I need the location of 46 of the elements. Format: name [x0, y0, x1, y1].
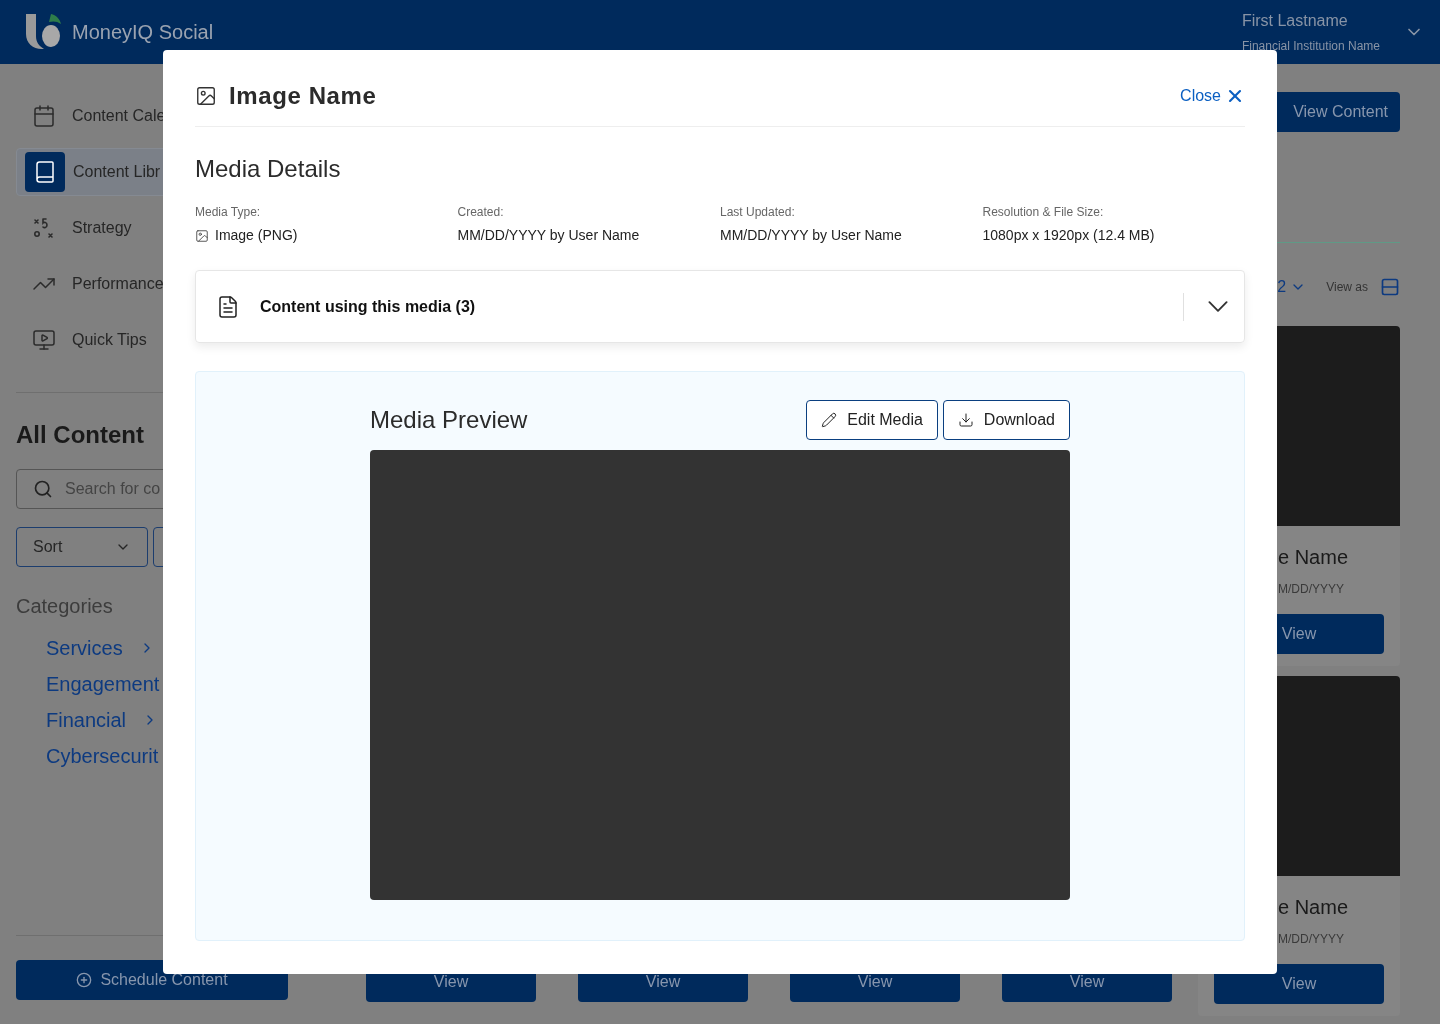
app-name: MoneyIQ Social [72, 20, 214, 45]
edit-media-button[interactable]: Edit Media [806, 400, 938, 440]
pencil-icon [821, 412, 838, 428]
user-name: First Lastname [1241, 11, 1349, 31]
category-link[interactable]: Cybersecurit [46, 741, 159, 771]
calendar-icon [32, 104, 56, 128]
view-as-label: View as [1326, 279, 1368, 296]
strategy-icon [32, 216, 56, 240]
detail-value: MM/DD/YYYY by User Name [720, 226, 902, 245]
sort-select[interactable]: Sort [16, 527, 148, 567]
view-button[interactable]: View [1214, 964, 1384, 1004]
image-icon [195, 85, 217, 107]
page-selector[interactable]: 2 [1277, 275, 1287, 299]
download-icon [957, 412, 974, 428]
search-icon [33, 479, 53, 499]
card-title: e Name [1278, 895, 1349, 920]
detail-label: Media Type: [195, 204, 262, 221]
accordion-title: Content using this media (3) [260, 296, 476, 317]
download-button[interactable]: Download [942, 400, 1070, 440]
card-date: M/DD/YYYY [1278, 931, 1344, 948]
institution-name: Financial Institution Name [1241, 38, 1380, 55]
detail-label: Created: [457, 204, 505, 221]
chevron-icon [1208, 301, 1228, 312]
book-icon [33, 160, 57, 184]
preview-title: Media Preview [370, 405, 528, 435]
accordion-header[interactable]: Content using this media (3) [195, 270, 1245, 343]
list-view-icon[interactable] [1380, 277, 1400, 297]
card-title: e Name [1278, 545, 1349, 570]
detail-label: Last Updated: [720, 204, 796, 221]
category-link[interactable]: Services [46, 633, 123, 663]
detail-value: MM/DD/YYYY by User Name [457, 226, 640, 245]
detail-value: Image (PNG) [215, 226, 298, 245]
video-icon [32, 328, 56, 352]
document-icon [216, 294, 240, 319]
image-icon [195, 228, 209, 243]
logo-icon [24, 12, 64, 52]
detail-value: 1080px x 1920px (12.4 MB) [982, 226, 1155, 245]
detail-label: Resolution & File Size: [982, 204, 1105, 221]
card-date: M/DD/YYYY [1278, 581, 1344, 598]
category-link[interactable]: Financial [46, 705, 127, 735]
close-button[interactable]: Close [1180, 84, 1245, 108]
categories-title: Categories [16, 594, 114, 619]
plus-icon [76, 972, 93, 988]
modal-title: Image Name [229, 81, 377, 111]
category-link[interactable]: Engagement [46, 669, 160, 699]
section-title: All Content [16, 420, 145, 450]
